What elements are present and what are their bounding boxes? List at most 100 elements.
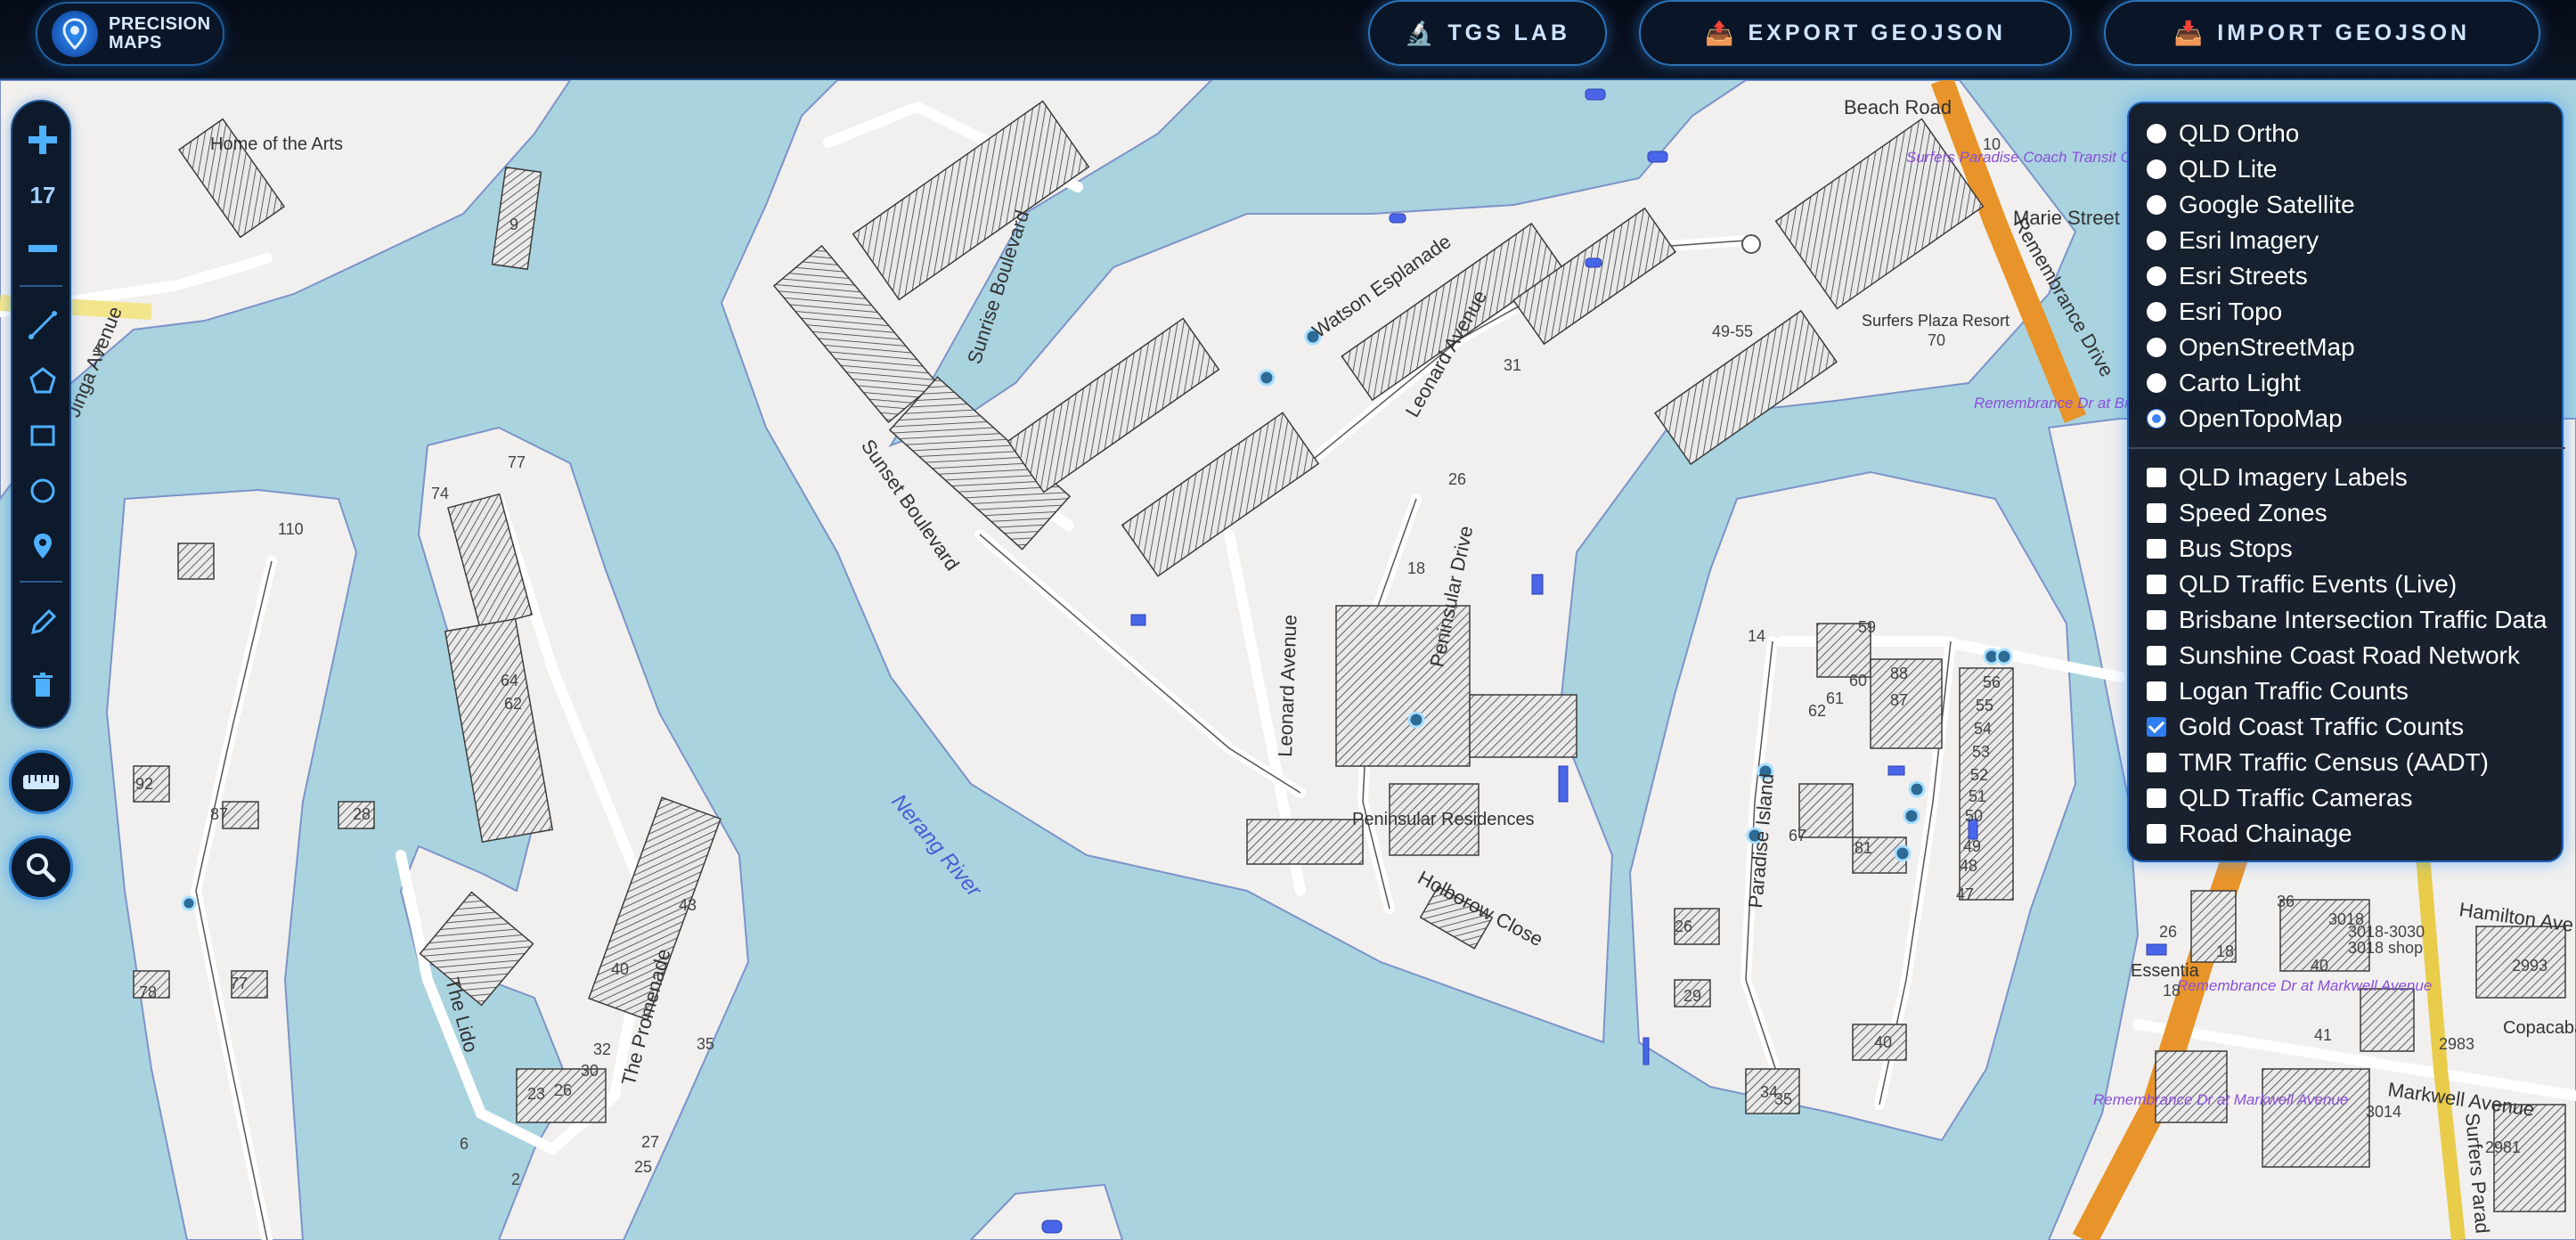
- circle-tool-button[interactable]: [12, 463, 73, 518]
- checkbox[interactable]: [2147, 503, 2166, 523]
- layers-panel: QLD Ortho QLD Lite Google Satellite Esri Im…: [2127, 102, 2565, 862]
- checkbox[interactable]: [2147, 610, 2166, 630]
- radio-button[interactable]: [2147, 302, 2166, 322]
- label-copacabana: Copacabana: [2503, 1018, 2576, 1038]
- checkbox[interactable]: [2147, 646, 2166, 665]
- import-geojson-button[interactable]: 📥 IMPORT GEOJSON: [2104, 0, 2540, 66]
- svg-text:43: 43: [679, 896, 697, 914]
- svg-text:77: 77: [230, 975, 248, 992]
- circle-icon: [30, 478, 55, 503]
- overlay-layer-option[interactable]: Bus Stops: [2147, 531, 2562, 567]
- label-surfers-plaza: Surfers Plaza Resort: [1862, 312, 2009, 330]
- overlay-layer-option[interactable]: Brisbane Intersection Traffic Data: [2147, 602, 2562, 638]
- base-layer-label: QLD Lite: [2179, 155, 2278, 183]
- svg-text:4: 4: [93, 340, 102, 358]
- svg-text:36: 36: [2277, 893, 2295, 910]
- overlay-layer-option[interactable]: Logan Traffic Counts: [2147, 673, 2562, 709]
- checkbox[interactable]: [2147, 753, 2166, 772]
- overlay-layer-option[interactable]: TMR Traffic Census (AADT): [2147, 745, 2562, 780]
- label-home-of-arts: Home of the Arts: [210, 135, 343, 154]
- edit-tool-button[interactable]: [12, 591, 73, 654]
- search-button[interactable]: [9, 836, 73, 900]
- app-logo[interactable]: PRECISION MAPS: [36, 2, 224, 66]
- zoom-out-button[interactable]: [12, 217, 73, 280]
- svg-text:27: 27: [641, 1133, 659, 1151]
- svg-text:77: 77: [508, 453, 526, 471]
- svg-text:9: 9: [509, 216, 518, 233]
- base-layer-option[interactable]: OpenTopoMap: [2147, 401, 2562, 436]
- marker-tool-button[interactable]: [12, 518, 73, 574]
- overlay-layer-label: QLD Imagery Labels: [2179, 463, 2408, 491]
- checkbox[interactable]: [2147, 575, 2166, 594]
- radio-button[interactable]: [2147, 409, 2166, 428]
- base-layer-option[interactable]: Google Satellite: [2147, 187, 2562, 223]
- logo-line1: PRECISION: [109, 14, 211, 34]
- base-layer-option[interactable]: Esri Streets: [2147, 258, 2562, 294]
- map-toolbar: 17: [11, 100, 71, 729]
- svg-text:47: 47: [1956, 885, 1974, 903]
- overlay-layer-label: Speed Zones: [2179, 499, 2327, 526]
- svg-text:3018 shop: 3018 shop: [2348, 939, 2423, 957]
- zoom-in-button[interactable]: [12, 109, 73, 171]
- label-stop-markwell-2: Remembrance Dr at Markwell Avenue: [2093, 1091, 2348, 1108]
- svg-text:62: 62: [504, 695, 522, 713]
- svg-text:41: 41: [2314, 1026, 2332, 1044]
- svg-text:56: 56: [1983, 673, 2001, 691]
- overlay-layer-option[interactable]: Sunshine Coast Road Network: [2147, 638, 2562, 673]
- svg-text:26: 26: [1448, 470, 1466, 488]
- import-icon: 📥: [2173, 19, 2204, 46]
- base-layer-option[interactable]: Esri Topo: [2147, 294, 2562, 330]
- base-layer-label: Esri Streets: [2179, 262, 2308, 290]
- svg-text:25: 25: [634, 1158, 652, 1176]
- svg-text:51: 51: [1969, 787, 1986, 805]
- checkbox[interactable]: [2147, 788, 2166, 808]
- overlay-layer-option[interactable]: Road Chainage: [2147, 816, 2562, 852]
- radio-button[interactable]: [2147, 124, 2166, 143]
- base-layer-option[interactable]: QLD Ortho: [2147, 116, 2562, 151]
- layers-divider: [2129, 447, 2565, 449]
- checkbox[interactable]: [2147, 717, 2166, 737]
- export-geojson-button[interactable]: 📤 EXPORT GEOJSON: [1639, 0, 2072, 66]
- base-layer-option[interactable]: Carto Light: [2147, 365, 2562, 401]
- radio-button[interactable]: [2147, 373, 2166, 393]
- checkbox[interactable]: [2147, 539, 2166, 559]
- radio-button[interactable]: [2147, 338, 2166, 357]
- base-layer-option[interactable]: OpenStreetMap: [2147, 330, 2562, 365]
- overlay-layer-option[interactable]: Gold Coast Traffic Counts: [2147, 709, 2562, 745]
- label-peninsular-residences: Peninsular Residences: [1352, 810, 1535, 829]
- plus-icon: [29, 126, 57, 154]
- rectangle-tool-button[interactable]: [12, 408, 73, 463]
- overlay-layer-option[interactable]: Speed Zones: [2147, 495, 2562, 531]
- base-layer-option[interactable]: Esri Imagery: [2147, 223, 2562, 258]
- svg-text:40: 40: [2311, 957, 2328, 975]
- overlay-layer-option[interactable]: QLD Traffic Events (Live): [2147, 567, 2562, 602]
- radio-button[interactable]: [2147, 231, 2166, 250]
- svg-text:26: 26: [1675, 918, 1692, 935]
- svg-text:28: 28: [353, 805, 371, 823]
- svg-text:29: 29: [1683, 987, 1701, 1005]
- polygon-tool-button[interactable]: [12, 353, 73, 408]
- overlay-layer-option[interactable]: QLD Traffic Cameras: [2147, 780, 2562, 816]
- measure-ruler-button[interactable]: [9, 750, 73, 814]
- radio-button[interactable]: [2147, 195, 2166, 215]
- base-layer-list: QLD Ortho QLD Lite Google Satellite Esri Im…: [2147, 116, 2562, 436]
- zoom-level: 17: [29, 181, 56, 208]
- checkbox[interactable]: [2147, 468, 2166, 487]
- delete-tool-button[interactable]: [12, 654, 73, 716]
- base-layer-option[interactable]: QLD Lite: [2147, 151, 2562, 187]
- radio-button[interactable]: [2147, 159, 2166, 179]
- checkbox[interactable]: [2147, 681, 2166, 701]
- overlay-layer-label: Brisbane Intersection Traffic Data: [2179, 606, 2547, 633]
- svg-text:87: 87: [1890, 691, 1908, 709]
- polyline-tool-button[interactable]: [12, 298, 73, 353]
- svg-text:18: 18: [2216, 942, 2234, 960]
- radio-button[interactable]: [2147, 266, 2166, 286]
- svg-text:3018-3030: 3018-3030: [2348, 923, 2425, 941]
- svg-text:59: 59: [1858, 618, 1876, 636]
- svg-text:6: 6: [460, 1135, 469, 1153]
- base-layer-label: OpenStreetMap: [2179, 333, 2355, 361]
- overlay-layer-option[interactable]: QLD Imagery Labels: [2147, 460, 2562, 495]
- checkbox[interactable]: [2147, 824, 2166, 844]
- svg-text:14: 14: [1748, 627, 1765, 645]
- tgs-lab-button[interactable]: 🔬 TGS LAB: [1368, 0, 1607, 66]
